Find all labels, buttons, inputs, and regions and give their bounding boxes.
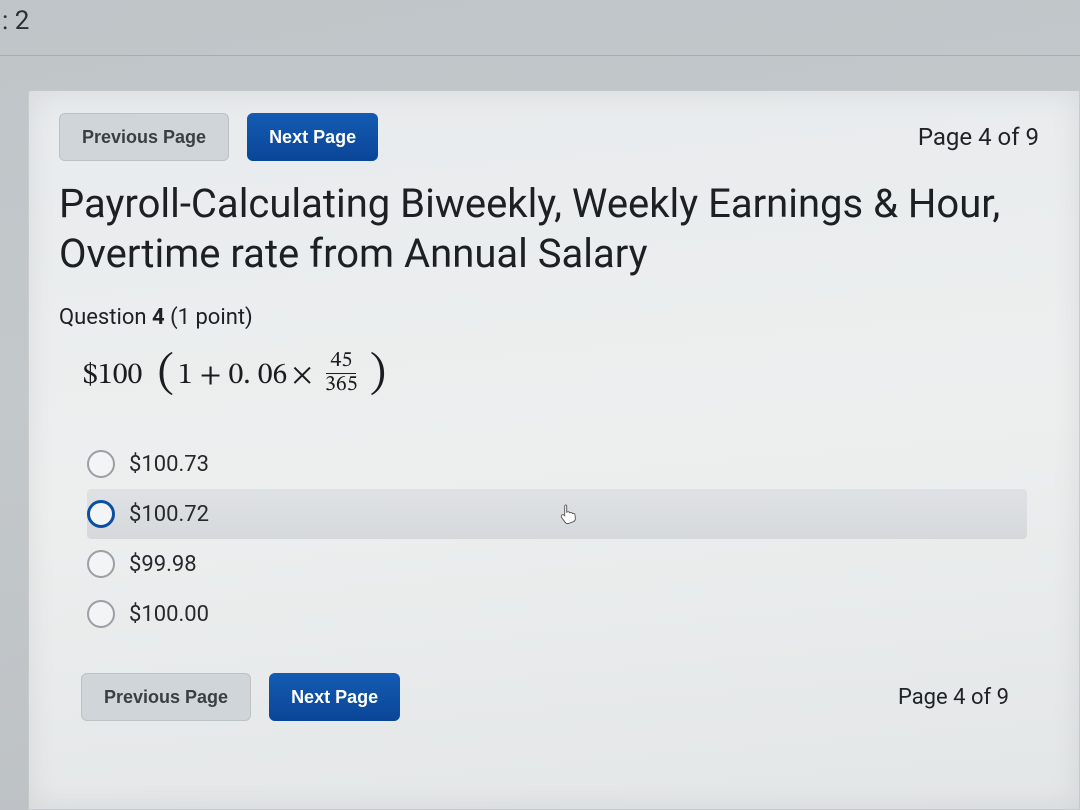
question-number: 4 — [152, 305, 165, 330]
top-nav: Previous Page Next Page Page 4 of 9 — [59, 113, 1049, 161]
previous-page-button[interactable]: Previous Page — [81, 673, 251, 721]
next-page-button[interactable]: Next Page — [247, 113, 378, 161]
answer-option[interactable]: $100.72 — [87, 489, 1027, 539]
option-label: $100.72 — [129, 502, 209, 527]
answer-option[interactable]: $100.00 — [87, 589, 1049, 639]
page-indicator: Page 4 of 9 — [898, 685, 1049, 710]
formula-inner: 1 + 0. 06 — [178, 357, 288, 395]
option-label: $100.00 — [129, 602, 209, 627]
fraction-denominator: 365 — [321, 374, 362, 397]
radio-icon — [87, 550, 115, 578]
divider — [0, 55, 1080, 56]
fraction-numerator: 45 — [326, 350, 356, 374]
pointer-cursor-icon — [557, 503, 579, 525]
corner-label: : 2 — [0, 6, 29, 36]
question-points: (1 point) — [170, 305, 253, 330]
radio-icon — [87, 600, 115, 628]
next-page-button[interactable]: Next Page — [269, 673, 400, 721]
page-indicator: Page 4 of 9 — [918, 123, 1049, 151]
option-label: $99.98 — [129, 552, 197, 577]
answer-options: $100.73 $100.72 $99.98 $100.00 — [87, 439, 1049, 639]
previous-page-button[interactable]: Previous Page — [59, 113, 229, 161]
option-label: $100.73 — [129, 452, 209, 477]
question-prefix: Question — [59, 305, 147, 330]
times-symbol: × — [291, 357, 313, 395]
formula-lead: $100 — [83, 357, 142, 395]
quiz-card: Previous Page Next Page Page 4 of 9 Payr… — [28, 90, 1080, 810]
question-label: Question 4 (1 point) — [59, 305, 1049, 330]
page-title: Payroll-Calculating Biweekly, Weekly Ear… — [59, 179, 1049, 279]
radio-icon — [87, 500, 115, 528]
radio-icon — [87, 450, 115, 478]
answer-option[interactable]: $100.73 — [87, 439, 1049, 489]
bottom-nav: Previous Page Next Page Page 4 of 9 — [81, 673, 1049, 721]
answer-option[interactable]: $99.98 — [87, 539, 1049, 589]
question-formula: $100 ( 1 + 0. 06 × 45 365 ) — [83, 352, 1049, 399]
fraction: 45 365 — [321, 350, 362, 397]
